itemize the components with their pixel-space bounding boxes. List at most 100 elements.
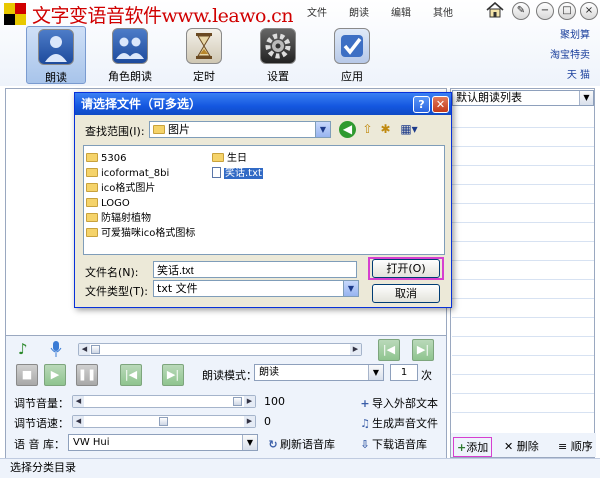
progress-thumb[interactable] xyxy=(91,345,100,354)
add-label: 添加 xyxy=(466,441,489,454)
file-item[interactable]: 生日 xyxy=(212,152,247,166)
look-in-label: 查找范围(I): xyxy=(85,125,145,138)
volume-slider[interactable]: ◀ ▶ xyxy=(72,395,256,408)
microphone-icon[interactable] xyxy=(50,340,62,358)
chevron-down-icon: ▼ xyxy=(242,435,257,450)
speed-slider[interactable]: ◀ ▶ xyxy=(72,415,256,428)
next-track-button[interactable]: ▶| xyxy=(412,339,434,361)
file-item[interactable]: ico格式图片 xyxy=(86,182,155,196)
look-in-select[interactable]: 图片 ▼ xyxy=(149,121,331,138)
back-icon[interactable]: ◀ xyxy=(339,121,356,138)
chevron-down-icon: ▼ xyxy=(315,122,330,137)
pause-button[interactable]: ❚❚ xyxy=(76,364,98,386)
delete-icon: ✕ xyxy=(504,440,514,453)
add-button[interactable]: +添加 xyxy=(453,437,493,457)
voice-library-select[interactable]: VW Hui ▼ xyxy=(68,434,258,451)
tool-apply[interactable]: 应用 xyxy=(322,26,382,84)
read-list-select[interactable]: 默认朗读列表 ▼ xyxy=(452,90,594,106)
repeat-count-input[interactable]: 1 xyxy=(390,364,418,381)
chevron-down-icon: ▼ xyxy=(579,91,593,105)
refresh-voice-library-button[interactable]: ↻ 刷新语音库 xyxy=(266,436,335,452)
prev-button[interactable]: |◀ xyxy=(120,364,142,386)
file-list[interactable]: 5306 icoformat_8bi ico格式图片 LOGO 防辐射植物 可爱… xyxy=(83,145,445,255)
order-button[interactable]: ≡ 顺序 xyxy=(555,437,596,455)
tool-role-read[interactable]: 角色朗读 xyxy=(100,26,160,84)
folder-icon xyxy=(212,153,224,162)
tool-settings[interactable]: 设置 xyxy=(248,26,308,84)
file-item[interactable]: 防辐射植物 xyxy=(86,212,151,226)
tool-read[interactable]: 朗读 xyxy=(26,26,86,84)
up-folder-icon[interactable]: ⇧ xyxy=(359,121,376,138)
folder-icon xyxy=(153,125,165,134)
stop-button[interactable]: ■ xyxy=(16,364,38,386)
link-taobao-temai[interactable]: 淘宝特卖 xyxy=(550,46,590,61)
speed-right-arrow[interactable]: ▶ xyxy=(244,416,255,427)
voice-library-value: VW Hui xyxy=(73,437,110,448)
new-folder-icon[interactable]: ✱ xyxy=(377,121,394,138)
settings-icon[interactable]: ✎ xyxy=(512,2,530,20)
read-list[interactable] xyxy=(452,109,594,429)
list-buttons: +添加 ✕ 删除 ≡ 顺序 xyxy=(451,433,596,457)
file-item[interactable]: 5306 xyxy=(86,152,126,166)
next-button[interactable]: ▶| xyxy=(162,364,184,386)
help-icon[interactable]: ? xyxy=(413,96,430,113)
volume-left-arrow[interactable]: ◀ xyxy=(73,396,84,407)
chevron-down-icon: ▼ xyxy=(368,365,383,380)
play-button[interactable]: ▶ xyxy=(44,364,66,386)
volume-thumb[interactable] xyxy=(233,397,242,406)
file-open-dialog: 请选择文件（可多选） ? ✕ 查找范围(I): 图片 ▼ ◀ ⇧ ✱ ▦▾ 53… xyxy=(74,92,452,308)
speed-thumb[interactable] xyxy=(159,417,168,426)
menu-file[interactable]: 文件 xyxy=(296,4,338,19)
menu-edit[interactable]: 编辑 xyxy=(380,4,422,19)
folder-icon xyxy=(86,183,98,192)
filename-input[interactable] xyxy=(153,261,357,278)
filetype-select[interactable]: txt 文件 ▼ xyxy=(153,280,359,297)
prev-track-button[interactable]: |◀ xyxy=(378,339,400,361)
home-icon[interactable] xyxy=(486,2,504,18)
read-list-value: 默认朗读列表 xyxy=(456,91,522,104)
maximize-icon[interactable]: □ xyxy=(558,2,576,20)
status-bar: 选择分类目录 xyxy=(0,458,600,478)
import-text-button[interactable]: + 导入外部文本 xyxy=(358,395,438,411)
playback-controls: ♪ ◀ ▶ |◀ ▶| ■ ▶ ❚❚ |◀ ▶| 朗读模式： 朗读 ▼ 1 次 … xyxy=(5,336,447,458)
file-item[interactable]: LOGO xyxy=(86,197,130,211)
close-icon[interactable]: × xyxy=(580,2,598,20)
dialog-close-icon[interactable]: ✕ xyxy=(432,96,449,113)
checkmark-icon xyxy=(334,28,370,64)
read-mode-select[interactable]: 朗读 ▼ xyxy=(254,364,384,381)
generate-audio-button[interactable]: ♫ 生成声音文件 xyxy=(358,415,438,431)
volume-right-arrow[interactable]: ▶ xyxy=(244,396,255,407)
download-voice-library-button[interactable]: ⇩ 下载语音库 xyxy=(358,436,427,452)
tool-timer-label: 定时 xyxy=(193,70,215,83)
minimize-icon[interactable]: − xyxy=(536,2,554,20)
link-juhuasuan[interactable]: 聚划算 xyxy=(560,26,590,41)
view-menu-icon[interactable]: ▦▾ xyxy=(397,121,421,138)
progress-slider[interactable]: ◀ ▶ xyxy=(78,343,362,356)
open-button[interactable]: 打开(O) xyxy=(372,259,440,278)
plus-icon: + xyxy=(457,441,467,454)
progress-right-arrow[interactable]: ▶ xyxy=(350,344,361,355)
folder-icon xyxy=(86,168,98,177)
folder-icon xyxy=(86,153,98,162)
app-title: 文字变语音软件www.leawo.cn xyxy=(32,5,294,27)
people-icon xyxy=(112,28,148,64)
speed-label: 调节语速： xyxy=(14,417,69,430)
progress-left-arrow[interactable]: ◀ xyxy=(79,344,90,355)
tool-timer[interactable]: 定时 xyxy=(174,26,234,84)
file-item[interactable]: 可爱猫咪ico格式图标 xyxy=(86,227,195,241)
file-item-selected[interactable]: 笑话.txt xyxy=(212,167,263,181)
tool-settings-label: 设置 xyxy=(267,70,289,83)
menu-read[interactable]: 朗读 xyxy=(338,4,380,19)
volume-label: 调节音量： xyxy=(14,397,69,410)
dialog-title: 请选择文件（可多选） xyxy=(81,97,202,111)
delete-button[interactable]: ✕ 删除 xyxy=(501,437,542,455)
folder-icon xyxy=(86,198,98,207)
repeat-count-unit: 次 xyxy=(421,369,432,382)
list-icon: ≡ xyxy=(558,440,568,453)
menu-other[interactable]: 其他 xyxy=(422,4,464,19)
cancel-button[interactable]: 取消 xyxy=(372,284,440,303)
refresh-icon: ↻ xyxy=(268,438,278,451)
file-item[interactable]: icoformat_8bi xyxy=(86,167,169,181)
link-tmall[interactable]: 天 猫 xyxy=(567,66,590,81)
speed-left-arrow[interactable]: ◀ xyxy=(73,416,84,427)
